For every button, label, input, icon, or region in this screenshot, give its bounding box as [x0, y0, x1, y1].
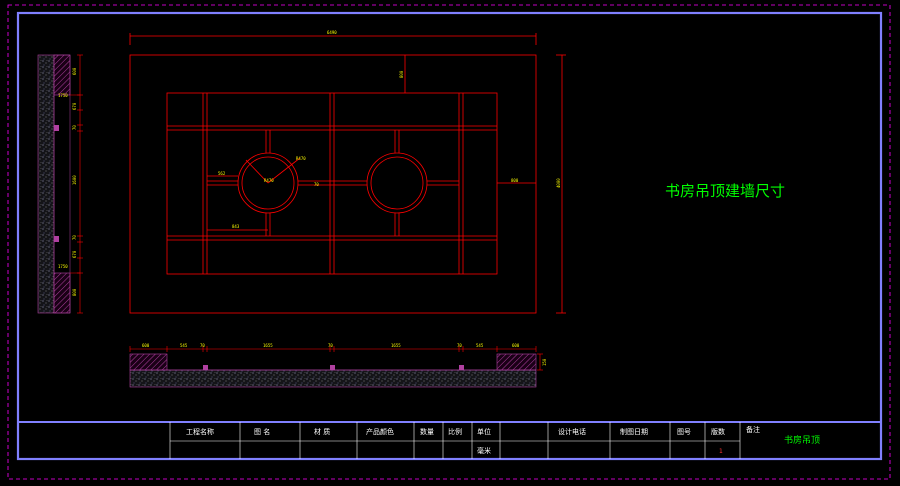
section-dim-5: 1655: [391, 343, 401, 348]
side-dim-2: 670: [72, 102, 77, 110]
section-dim-1: 545: [180, 343, 188, 348]
side-dim-3: 70: [72, 125, 77, 130]
section-dim-4: 70: [328, 343, 333, 348]
side-dim-7: 1750: [58, 264, 68, 269]
tb-design-phone-label: 设计电话: [558, 427, 586, 436]
right-round-inner: [370, 156, 424, 210]
section-view: 600 545 70 1655 70 1655 70 545 600 150: [129, 343, 547, 388]
side-dim-4: 1600: [72, 175, 77, 185]
drawing-title: 书房吊顶建墙尺寸: [665, 182, 785, 200]
cad-drawing-canvas: 600 1750 670 70 1600 70 670 1750 800 649…: [7, 4, 891, 480]
title-block: 工程名称 图 名 材 质 产品颜色 数量 比例 单位 设计电话 制图日期 图号 …: [17, 421, 882, 460]
section-dim-7: 545: [476, 343, 484, 348]
section-dim-8: 600: [512, 343, 520, 348]
section-slab: [129, 369, 537, 388]
side-dim-5: 70: [72, 235, 77, 240]
plan-dim-d1: 562: [218, 171, 226, 176]
plan-upper-offset-dim: 800: [399, 70, 404, 78]
plan-dim-d5: 70: [314, 182, 319, 187]
tb-remarks-value: 书房吊顶: [784, 434, 820, 446]
side-wall-speckle: [37, 54, 55, 314]
tb-date-label: 制图日期: [620, 427, 648, 436]
ceiling-inner-rect: [166, 92, 498, 275]
tb-project-name-label: 工程名称: [186, 427, 214, 436]
tb-material-label: 材 质: [314, 427, 330, 436]
tb-drawing-no-label: 图号: [677, 428, 691, 436]
tb-scale-label: 比例: [448, 427, 462, 436]
plan-overall-dim: 6490: [327, 30, 337, 35]
plan-dim-d2: R470: [296, 156, 306, 161]
side-dim-8: 800: [72, 288, 77, 296]
tb-remarks-label: 备注: [746, 425, 760, 434]
section-height-dim: 150: [542, 358, 547, 366]
ceiling-plan: [129, 33, 566, 314]
section-dim-3: 1655: [263, 343, 273, 348]
section-hatch-left: [129, 353, 168, 371]
section-dim-6: 70: [457, 343, 462, 348]
plan-dim-d3: R470: [264, 178, 274, 183]
tb-unit-label: 单位: [477, 427, 491, 436]
outer-sheet-border: [7, 4, 891, 480]
side-dim-1: 1750: [58, 93, 68, 98]
side-hatch-bottom: [53, 272, 71, 314]
plan-right-offset-dim: 800: [511, 178, 519, 183]
side-dim-0: 600: [72, 67, 77, 75]
section-dim-2: 70: [200, 343, 205, 348]
section-hatch-right: [496, 353, 537, 371]
right-round-outer: [366, 152, 428, 214]
tb-color-label: 产品颜色: [366, 427, 394, 436]
side-hatch-top: [53, 54, 71, 96]
plan-height-dim: 4000: [556, 178, 561, 188]
side-elevation: 600 1750 670 70 1600 70 670 1750 800: [37, 54, 83, 314]
side-dim-6: 670: [72, 250, 77, 258]
tb-version-value: 1: [719, 448, 723, 455]
tb-quantity-label: 数量: [420, 427, 434, 436]
tb-drawing-name-label: 图 名: [254, 427, 270, 436]
plan-dim-d4: 843: [232, 224, 240, 229]
tb-version-label: 版数: [711, 427, 725, 436]
section-dim-0: 600: [142, 343, 150, 348]
tb-unit-value: 毫米: [477, 446, 491, 455]
